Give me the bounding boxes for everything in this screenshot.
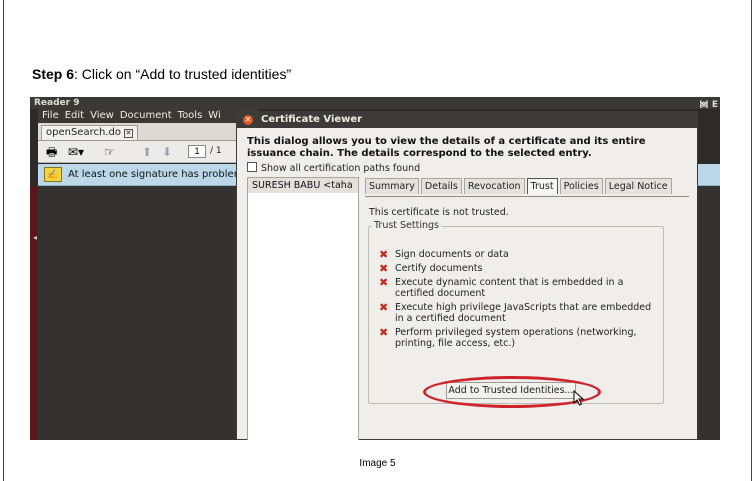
show-all-paths-checkbox[interactable]: Show all certification paths found — [247, 162, 420, 174]
certificate-viewer-dialog: ✕ Certificate Viewer This dialog allows … — [236, 111, 698, 440]
trust-item: ✖ Execute high privilege JavaScripts that… — [379, 302, 655, 324]
document-tab[interactable]: openSearch.do ✕ — [41, 125, 138, 140]
tab-revocation[interactable]: Revocation — [463, 178, 525, 194]
add-to-trusted-identities-button[interactable]: Add to Trusted Identities... — [446, 382, 576, 399]
page-down-icon[interactable]: ⬇ — [162, 145, 172, 159]
trust-settings-label: Trust Settings — [372, 220, 441, 231]
step-instruction: Step 6: Click on “Add to trusted identit… — [32, 66, 291, 82]
document-tab-label: openSearch.do — [46, 127, 121, 138]
screenshot: Reader 9 ᯼ E File Edit View Document Tools Wi… — [30, 97, 720, 440]
menu-bar: File Edit View Document Tools Wi — [38, 109, 258, 123]
document-tab-bar: openSearch.do ✕ — [38, 123, 258, 141]
menu-tools[interactable]: Tools — [178, 110, 203, 121]
menu-file[interactable]: File — [42, 110, 59, 121]
image-caption: Image 5 — [359, 458, 396, 469]
signature-warning-text: At least one signature has problems — [68, 169, 249, 180]
page-total: / 1 — [210, 146, 222, 156]
mail-icon[interactable]: ✉▾ — [68, 145, 84, 159]
dialog-titlebar: ✕ Certificate Viewer — [237, 112, 697, 128]
tab-trust[interactable]: Trust — [526, 178, 558, 194]
x-mark-icon: ✖ — [379, 262, 389, 275]
tab-summary[interactable]: Summary — [365, 178, 419, 194]
dialog-intro: This dialog allows you to view the detai… — [247, 136, 646, 159]
menu-view[interactable]: View — [90, 110, 114, 121]
step-number: Step 6 — [32, 66, 75, 82]
reader-title: Reader 9 — [34, 98, 80, 108]
menu-document[interactable]: Document — [120, 110, 172, 121]
trust-item: ✖ Perform privileged system operations (n… — [379, 327, 655, 349]
wifi-icon: ᯼ E — [699, 100, 718, 110]
trust-item-label: Perform privileged system operations (ne… — [395, 327, 637, 349]
trust-settings-list: ✖ Sign documents or data ✖ Certify documen… — [379, 249, 655, 352]
tab-legal-notice[interactable]: Legal Notice — [604, 178, 672, 194]
trust-item: ✖ Sign documents or data — [379, 249, 655, 260]
trust-item-label: Execute dynamic content that is embedded… — [395, 277, 624, 299]
trust-item-label: Sign documents or data — [395, 249, 509, 260]
checkbox-icon[interactable] — [247, 162, 257, 172]
trust-item-label: Execute high privilege JavaScripts that … — [395, 302, 652, 324]
menu-edit[interactable]: Edit — [65, 110, 84, 121]
mouse-pointer-icon — [573, 390, 585, 406]
tab-policies[interactable]: Policies — [559, 178, 603, 194]
menu-window[interactable]: Wi — [208, 110, 220, 121]
signature-warning-icon: ✍ — [44, 167, 62, 182]
trust-item: ✖ Certify documents — [379, 263, 655, 274]
expand-arrow-icon[interactable]: ◂ — [33, 233, 37, 242]
reader-toolbar: 🖶 ✉▾ ☞ ⬆ ⬇ 1 / 1 — [38, 141, 258, 163]
trust-settings-group: Trust Settings ✖ Sign documents or data ✖… — [368, 220, 664, 404]
x-mark-icon: ✖ — [379, 301, 389, 314]
page-number-input[interactable]: 1 — [188, 145, 206, 158]
printer-icon[interactable]: 🖶 — [46, 145, 57, 159]
close-icon[interactable]: ✕ — [243, 115, 253, 125]
show-all-label: Show all certification paths found — [261, 163, 421, 174]
dialog-title: Certificate Viewer — [261, 114, 363, 125]
trust-item: ✖ Execute dynamic content that is embedde… — [379, 277, 655, 299]
hand-tool-icon[interactable]: ☞ — [104, 145, 115, 159]
x-mark-icon: ✖ — [379, 248, 389, 261]
x-mark-icon: ✖ — [379, 276, 389, 289]
certificate-entry[interactable]: SURESH BABU <taha — [248, 178, 358, 193]
tab-details[interactable]: Details — [420, 178, 462, 194]
reader-window-title: Reader 9 ᯼ E — [30, 97, 720, 110]
certificate-tabs: Summary Details Revocation Trust Policie… — [365, 178, 674, 196]
close-icon[interactable]: ✕ — [123, 129, 133, 138]
x-mark-icon: ✖ — [379, 326, 389, 339]
trust-item-label: Certify documents — [395, 263, 483, 274]
left-panel — [30, 186, 38, 440]
step-description: : Click on “Add to trusted identities” — [74, 66, 292, 82]
certificate-entry-list: SURESH BABU <taha — [247, 177, 359, 440]
trust-status: This certificate is not trusted. — [369, 207, 509, 218]
page-up-icon[interactable]: ⬆ — [142, 145, 152, 159]
tab-divider — [365, 196, 689, 197]
